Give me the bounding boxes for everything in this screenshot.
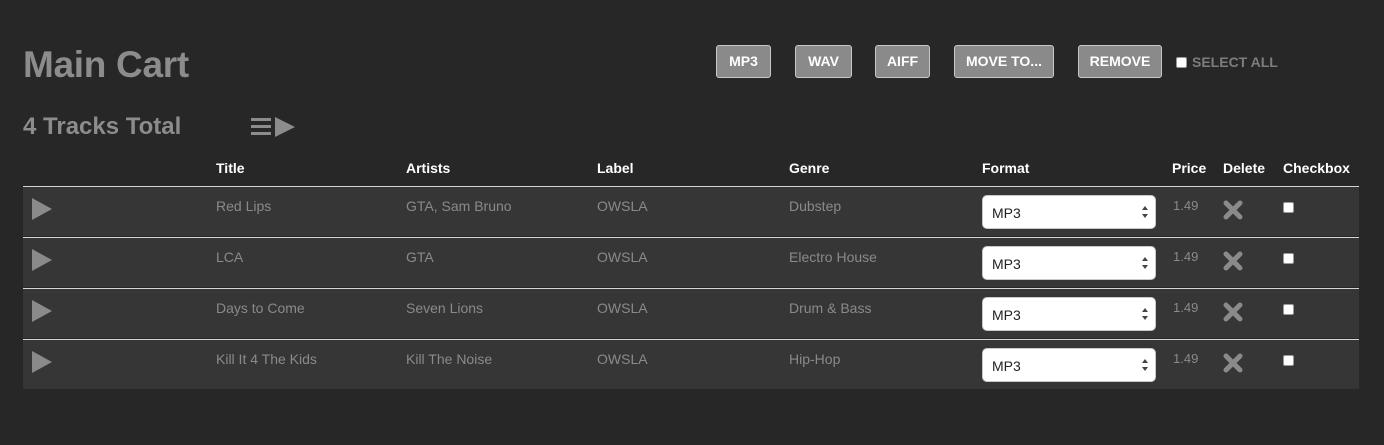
wav-button[interactable]: WAV <box>795 45 852 78</box>
aiff-button[interactable]: AIFF <box>875 45 930 78</box>
select-all-control[interactable]: SELECT ALL <box>1176 54 1278 70</box>
column-header-format: Format <box>982 160 1030 176</box>
format-select-value: MP3 <box>992 358 1021 374</box>
close-icon[interactable] <box>1222 301 1244 323</box>
remove-button[interactable]: REMOVE <box>1078 45 1162 78</box>
table-row: Red Lips GTA, Sam Bruno OWSLA Dubstep MP… <box>23 186 1359 236</box>
format-select[interactable]: MP3 <box>982 195 1156 229</box>
page-title: Main Cart <box>23 44 189 85</box>
track-genre: Drum & Bass <box>789 300 872 316</box>
close-icon[interactable] <box>1222 352 1244 374</box>
track-price: 1.49 <box>1173 249 1199 264</box>
play-icon[interactable] <box>31 248 53 272</box>
format-select[interactable]: MP3 <box>982 246 1156 280</box>
column-header-artists: Artists <box>406 160 451 176</box>
tracks-total: 4 Tracks Total <box>23 113 182 140</box>
table-row: Kill It 4 The Kids Kill The Noise OWSLA … <box>23 339 1359 389</box>
format-select-value: MP3 <box>992 205 1021 221</box>
close-icon[interactable] <box>1222 250 1244 272</box>
track-artists: Seven Lions <box>406 300 484 316</box>
track-artists: GTA <box>406 249 434 265</box>
column-header-price: Price <box>1172 160 1207 176</box>
track-artists: GTA, Sam Bruno <box>406 198 512 214</box>
playlist-play-icon[interactable] <box>249 115 299 139</box>
row-checkbox[interactable] <box>1283 253 1294 264</box>
play-icon[interactable] <box>31 350 53 374</box>
updown-arrows-icon <box>1142 206 1148 218</box>
select-all-label: SELECT ALL <box>1192 54 1278 70</box>
column-header-delete: Delete <box>1223 160 1266 176</box>
updown-arrows-icon <box>1142 257 1148 269</box>
select-all-checkbox[interactable] <box>1176 56 1187 68</box>
format-select[interactable]: MP3 <box>982 348 1156 382</box>
track-label: OWSLA <box>597 300 648 316</box>
play-icon[interactable] <box>31 299 53 323</box>
track-title: Red Lips <box>216 198 272 214</box>
track-label: OWSLA <box>597 351 648 367</box>
track-price: 1.49 <box>1173 198 1199 213</box>
format-select-value: MP3 <box>992 256 1021 272</box>
format-select-value: MP3 <box>992 307 1021 323</box>
format-select[interactable]: MP3 <box>982 297 1156 331</box>
track-price: 1.49 <box>1173 300 1199 315</box>
row-checkbox[interactable] <box>1283 304 1294 315</box>
column-header-checkbox: Checkbox <box>1283 160 1350 176</box>
mp3-button[interactable]: MP3 <box>716 45 771 78</box>
track-genre: Dubstep <box>789 198 842 214</box>
updown-arrows-icon <box>1142 359 1148 371</box>
play-icon[interactable] <box>31 197 53 221</box>
updown-arrows-icon <box>1142 308 1148 320</box>
track-price: 1.49 <box>1173 351 1199 366</box>
close-icon[interactable] <box>1222 199 1244 221</box>
track-title: Days to Come <box>216 300 305 316</box>
track-genre: Hip-Hop <box>789 351 841 367</box>
track-title: Kill It 4 The Kids <box>216 351 317 367</box>
column-header-title: Title <box>216 160 245 176</box>
track-label: OWSLA <box>597 198 648 214</box>
track-title: LCA <box>216 249 244 265</box>
table-row: LCA GTA OWSLA Electro House MP3 1.49 <box>23 237 1359 287</box>
move-to-button[interactable]: MOVE TO... <box>954 45 1054 78</box>
track-genre: Electro House <box>789 249 877 265</box>
column-header-label: Label <box>597 160 634 176</box>
track-artists: Kill The Noise <box>406 351 493 367</box>
row-checkbox[interactable] <box>1283 202 1294 213</box>
track-label: OWSLA <box>597 249 648 265</box>
column-header-genre: Genre <box>789 160 830 176</box>
row-checkbox[interactable] <box>1283 355 1294 366</box>
table-row: Days to Come Seven Lions OWSLA Drum & Ba… <box>23 288 1359 338</box>
